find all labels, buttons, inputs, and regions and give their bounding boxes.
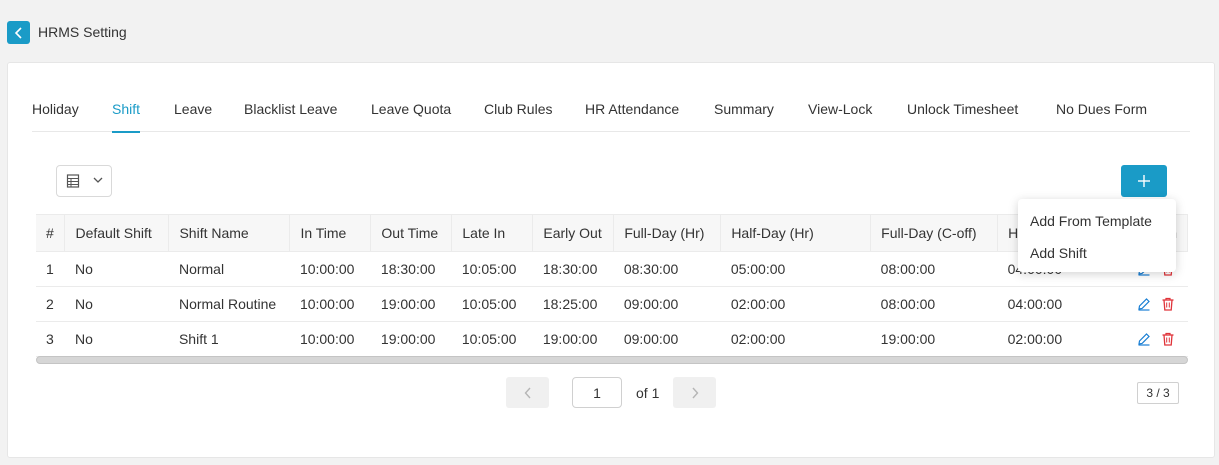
column-header[interactable]: Full-Day (Hr) <box>613 214 722 252</box>
table-cell: 10:00:00 <box>289 321 371 357</box>
tab-unlock-timesheet[interactable]: Unlock Timesheet <box>907 101 1018 132</box>
tab-view-lock[interactable]: View-Lock <box>808 101 872 132</box>
tab-bar: Holiday Shift Leave Blacklist Leave Leav… <box>32 101 1190 133</box>
column-header[interactable]: In Time <box>289 214 372 252</box>
chevron-down-icon <box>93 177 103 183</box>
table-row: 1 No Normal 10:00:00 18:30:00 10:05:00 1… <box>36 251 1188 287</box>
prev-page-button[interactable] <box>506 377 549 408</box>
tab-summary[interactable]: Summary <box>714 101 774 132</box>
table-cell: 19:00:00 <box>532 321 614 357</box>
table-cell: 18:25:00 <box>532 286 614 322</box>
table-cell: Normal <box>168 251 290 287</box>
table-cell: 09:00:00 <box>613 321 721 357</box>
tab-holiday[interactable]: Holiday <box>32 101 79 132</box>
horizontal-scrollbar[interactable] <box>36 356 1188 364</box>
table-row: 2 No Normal Routine 10:00:00 19:00:00 10… <box>36 286 1188 322</box>
settings-card: Holiday Shift Leave Blacklist Leave Leav… <box>7 62 1215 458</box>
page-title: HRMS Setting <box>38 24 127 40</box>
column-header[interactable]: Default Shift <box>64 214 170 252</box>
top-bar: HRMS Setting <box>0 0 1219 62</box>
table-cell: 19:00:00 <box>370 286 452 322</box>
table-cell: 08:30:00 <box>613 251 721 287</box>
add-dropdown-menu: Add From Template Add Shift <box>1018 199 1176 272</box>
table-cell: No <box>64 251 169 287</box>
column-header[interactable]: Half-Day (Hr) <box>720 214 872 252</box>
next-page-button[interactable] <box>673 377 716 408</box>
pencil-icon[interactable] <box>1137 332 1151 346</box>
plus-icon <box>1138 175 1150 187</box>
table-cell: 18:30:00 <box>370 251 452 287</box>
table-cell: 19:00:00 <box>870 321 998 357</box>
table-cell: 02:00:00 <box>720 286 871 322</box>
column-header[interactable]: Early Out <box>532 214 615 252</box>
column-header[interactable]: Full-Day (C-off) <box>870 214 999 252</box>
tab-club-rules[interactable]: Club Rules <box>484 101 552 132</box>
table-cell: Normal Routine <box>168 286 290 322</box>
table-cell: 18:30:00 <box>532 251 614 287</box>
chevron-left-icon <box>524 387 531 398</box>
tab-hr-attendance[interactable]: HR Attendance <box>585 101 679 132</box>
chevron-left-icon <box>14 26 22 39</box>
table-cell: 3 <box>36 321 65 357</box>
column-header[interactable]: Late In <box>451 214 534 252</box>
table-cell: No <box>64 286 169 322</box>
table-view-icon <box>66 174 80 188</box>
tab-blacklist-leave[interactable]: Blacklist Leave <box>244 101 337 132</box>
table-row: 3 No Shift 1 10:00:00 19:00:00 10:05:00 … <box>36 321 1188 357</box>
table-cell: 08:00:00 <box>870 251 998 287</box>
tab-leave[interactable]: Leave <box>174 101 212 132</box>
table-cell: Shift 1 <box>168 321 290 357</box>
trash-icon[interactable] <box>1161 297 1175 311</box>
column-header[interactable]: Shift Name <box>168 214 291 252</box>
table-cell: 02:00:00 <box>720 321 871 357</box>
table-cell: 09:00:00 <box>613 286 721 322</box>
table-cell: 04:00:00 <box>997 286 1128 322</box>
pencil-icon[interactable] <box>1137 297 1151 311</box>
table-cell: 19:00:00 <box>370 321 452 357</box>
table-cell: 2 <box>36 286 65 322</box>
table-header-row: # Default Shift Shift Name In Time Out T… <box>36 214 1188 252</box>
trash-icon[interactable] <box>1161 332 1175 346</box>
record-count-badge: 3 / 3 <box>1137 382 1179 404</box>
page-number-input[interactable] <box>572 377 622 408</box>
back-button[interactable] <box>7 21 30 44</box>
row-actions <box>1127 321 1188 357</box>
menu-item-add-shift[interactable]: Add Shift <box>1030 245 1087 261</box>
view-select[interactable] <box>56 165 112 197</box>
column-header[interactable]: # <box>36 214 66 252</box>
column-header[interactable]: Out Time <box>370 214 453 252</box>
table-cell: 1 <box>36 251 65 287</box>
tab-no-dues-form[interactable]: No Dues Form <box>1056 101 1147 132</box>
table-cell: 10:00:00 <box>289 251 371 287</box>
table-cell: No <box>64 321 169 357</box>
table-cell: 10:00:00 <box>289 286 371 322</box>
table-cell: 10:05:00 <box>451 286 533 322</box>
tab-shift[interactable]: Shift <box>112 101 141 133</box>
add-button[interactable] <box>1121 165 1167 197</box>
table-cell: 10:05:00 <box>451 321 533 357</box>
table-cell: 02:00:00 <box>997 321 1128 357</box>
row-actions <box>1127 286 1188 322</box>
tab-leave-quota[interactable]: Leave Quota <box>371 101 451 132</box>
page-total-label: of 1 <box>636 385 660 401</box>
menu-item-add-from-template[interactable]: Add From Template <box>1030 213 1152 229</box>
shift-table: # Default Shift Shift Name In Time Out T… <box>36 214 1188 359</box>
table-cell: 10:05:00 <box>451 251 533 287</box>
chevron-right-icon <box>691 387 698 398</box>
table-cell: 08:00:00 <box>870 286 998 322</box>
table-cell: 05:00:00 <box>720 251 871 287</box>
